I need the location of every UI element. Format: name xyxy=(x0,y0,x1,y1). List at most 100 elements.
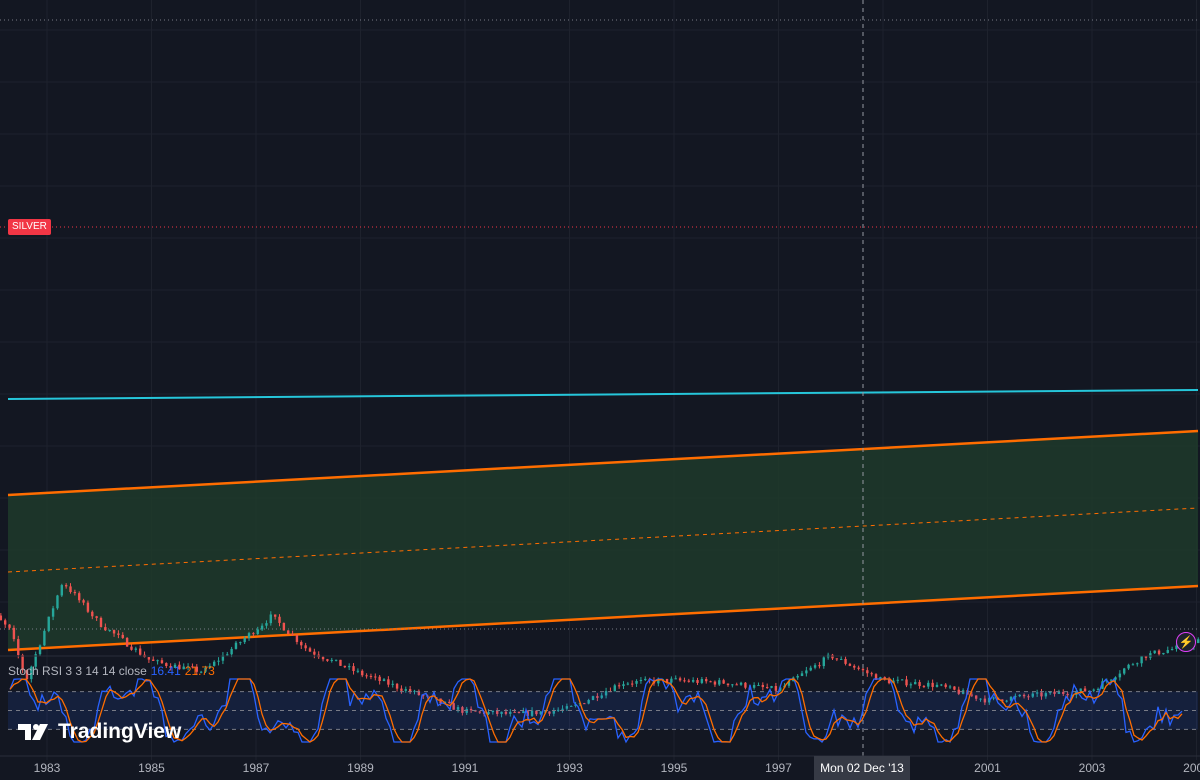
candle xyxy=(247,631,251,641)
candle xyxy=(295,634,299,645)
candle xyxy=(613,683,616,692)
candle xyxy=(631,680,634,687)
candle xyxy=(308,646,312,652)
candle xyxy=(1083,686,1087,692)
x-tick-label: 2001 xyxy=(974,761,1001,775)
candle xyxy=(713,680,717,687)
candle xyxy=(1149,650,1152,660)
x-tick-label: 2003 xyxy=(1079,761,1106,775)
candle xyxy=(940,683,943,687)
candle xyxy=(234,640,238,650)
candle xyxy=(866,667,869,677)
candle xyxy=(1092,688,1095,693)
candle xyxy=(1123,667,1126,676)
candle xyxy=(1144,656,1148,661)
candle xyxy=(17,635,20,659)
candle xyxy=(831,653,834,660)
oscillator-legend[interactable]: Stoch RSI 3 3 14 14 close 16.41 21.73 xyxy=(8,664,215,678)
candle xyxy=(739,681,743,686)
candle xyxy=(840,655,843,660)
candle xyxy=(1153,650,1156,655)
candle xyxy=(626,681,630,686)
candle xyxy=(321,656,325,662)
candle xyxy=(722,678,725,685)
candle xyxy=(918,679,921,689)
candle xyxy=(1170,646,1174,651)
candle xyxy=(1131,662,1135,666)
candle xyxy=(848,662,852,667)
candle xyxy=(935,682,939,688)
candle xyxy=(635,679,638,687)
candle xyxy=(147,657,151,663)
x-tick-label: 1985 xyxy=(138,761,165,775)
candle xyxy=(317,651,320,659)
candle xyxy=(822,656,825,669)
candle xyxy=(948,684,952,689)
candle xyxy=(922,685,926,689)
candle xyxy=(300,640,303,649)
candle xyxy=(678,676,682,682)
candle xyxy=(221,652,225,665)
candle xyxy=(770,685,773,689)
candle xyxy=(352,663,355,675)
candle xyxy=(896,676,900,684)
candle xyxy=(134,646,138,653)
candle xyxy=(239,641,242,646)
time-axis[interactable]: 1983198519871989199119931995199719992001… xyxy=(0,755,1200,775)
candle xyxy=(944,683,947,689)
candle xyxy=(1118,670,1122,681)
candle xyxy=(735,682,738,686)
candle xyxy=(304,642,307,652)
candle xyxy=(347,663,351,671)
candle xyxy=(369,673,373,680)
candle xyxy=(361,669,364,678)
candle xyxy=(927,680,930,689)
candle xyxy=(761,682,765,691)
chart-grid xyxy=(0,0,1200,760)
candle xyxy=(718,677,721,686)
candle xyxy=(914,679,917,685)
x-tick-label: 1983 xyxy=(34,761,61,775)
candle xyxy=(905,675,908,688)
candle xyxy=(330,657,333,663)
candle xyxy=(809,665,812,672)
candle xyxy=(343,665,347,669)
tradingview-logo[interactable]: TradingView xyxy=(18,720,181,744)
candle xyxy=(38,644,42,657)
candle xyxy=(1127,663,1130,671)
lightning-icon[interactable]: ⚡ xyxy=(1176,632,1196,652)
candle xyxy=(313,648,316,659)
crosshair-date-label: Mon 02 Dec '13 xyxy=(814,756,910,780)
candle xyxy=(731,683,734,688)
candle xyxy=(639,677,643,684)
candle xyxy=(835,658,839,662)
candle xyxy=(700,676,704,685)
x-tick-label: 1989 xyxy=(347,761,374,775)
brand-name: TradingView xyxy=(58,720,182,743)
candle xyxy=(744,681,747,690)
candle xyxy=(378,674,381,685)
candle xyxy=(47,616,50,633)
candle xyxy=(356,668,360,674)
candle xyxy=(395,682,399,692)
candle xyxy=(56,594,59,610)
candle xyxy=(1162,652,1165,655)
candle xyxy=(43,629,46,647)
candle xyxy=(705,676,708,684)
candle xyxy=(130,644,133,651)
candle xyxy=(125,637,129,647)
candle xyxy=(696,677,699,685)
candle xyxy=(805,666,808,677)
candle xyxy=(339,659,342,666)
oscillator-k-value: 16.41 xyxy=(150,664,181,678)
candle xyxy=(757,682,760,686)
candle xyxy=(691,677,695,683)
x-tick-label: 1995 xyxy=(661,761,688,775)
chart-canvas[interactable]: 1983198519871989199119931995199719992001… xyxy=(0,0,1200,780)
candle xyxy=(900,679,904,681)
tradingview-logo-icon xyxy=(18,724,48,740)
candle xyxy=(60,583,64,598)
candle xyxy=(726,683,730,687)
oscillator-title: Stoch RSI 3 3 14 14 close xyxy=(8,664,147,678)
candle xyxy=(387,676,390,688)
